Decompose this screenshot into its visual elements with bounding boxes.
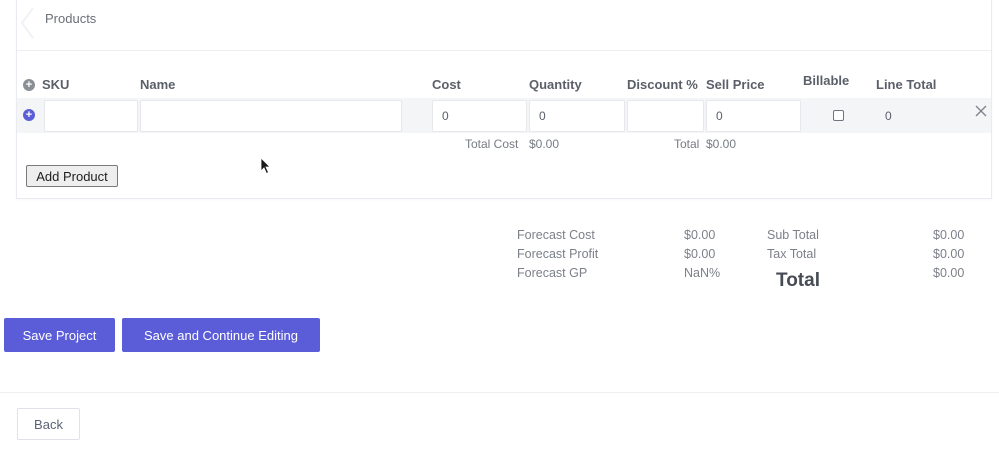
column-header-name: Name xyxy=(140,77,176,92)
column-header-discount: Discount % xyxy=(627,77,698,92)
products-card: Products + SKU Name Cost Quantity Discou… xyxy=(16,0,992,199)
cost-input[interactable] xyxy=(432,100,527,132)
add-row-icon[interactable]: + xyxy=(23,109,35,121)
column-header-cost: Cost xyxy=(432,77,461,92)
line-total-value: 0 xyxy=(885,109,892,123)
back-button[interactable]: Back xyxy=(17,408,80,440)
grand-total-label: Total xyxy=(776,270,820,291)
add-product-button[interactable]: Add Product xyxy=(26,165,118,187)
add-column-icon[interactable]: + xyxy=(23,79,35,91)
sku-input[interactable] xyxy=(44,100,138,132)
column-header-billable: Billable xyxy=(803,73,850,88)
column-header-quantity: Quantity xyxy=(529,77,582,92)
tax-total-value: $0.00 xyxy=(933,247,965,261)
billable-checkbox[interactable] xyxy=(833,110,844,121)
quantity-input[interactable] xyxy=(529,100,625,132)
forecast-cost-label: Forecast Cost xyxy=(517,228,595,242)
products-section-title: Products xyxy=(45,11,97,26)
total-label: Total xyxy=(674,137,700,151)
forecast-profit-label: Forecast Profit xyxy=(517,247,599,261)
forecast-cost-value: $0.00 xyxy=(684,228,716,242)
discount-input[interactable] xyxy=(627,100,704,132)
forecast-profit-value: $0.00 xyxy=(684,247,716,261)
save-project-button[interactable]: Save Project xyxy=(4,318,115,352)
footer-divider xyxy=(0,392,999,393)
save-and-continue-button[interactable]: Save and Continue Editing xyxy=(122,318,320,352)
total-cost-value: $0.00 xyxy=(529,137,560,151)
sub-total-value: $0.00 xyxy=(933,228,965,242)
column-header-sell-price: Sell Price xyxy=(706,77,765,92)
sell-price-input[interactable] xyxy=(706,100,801,132)
column-header-sku: SKU xyxy=(42,77,70,92)
column-header-line-total: Line Total xyxy=(876,77,937,92)
close-icon[interactable] xyxy=(974,104,988,118)
name-input[interactable] xyxy=(140,100,402,132)
products-card-header: Products xyxy=(17,0,991,51)
total-cost-label: Total Cost xyxy=(465,137,519,151)
mouse-cursor-icon xyxy=(260,157,271,175)
grand-total-value: $0.00 xyxy=(933,266,965,280)
total-value: $0.00 xyxy=(706,137,737,151)
tax-total-label: Tax Total xyxy=(767,247,817,261)
chevron-decoration-icon xyxy=(20,7,34,39)
sub-total-label: Sub Total xyxy=(767,228,819,242)
forecast-gp-label: Forecast GP xyxy=(517,266,588,280)
forecast-gp-value: NaN% xyxy=(684,266,721,280)
